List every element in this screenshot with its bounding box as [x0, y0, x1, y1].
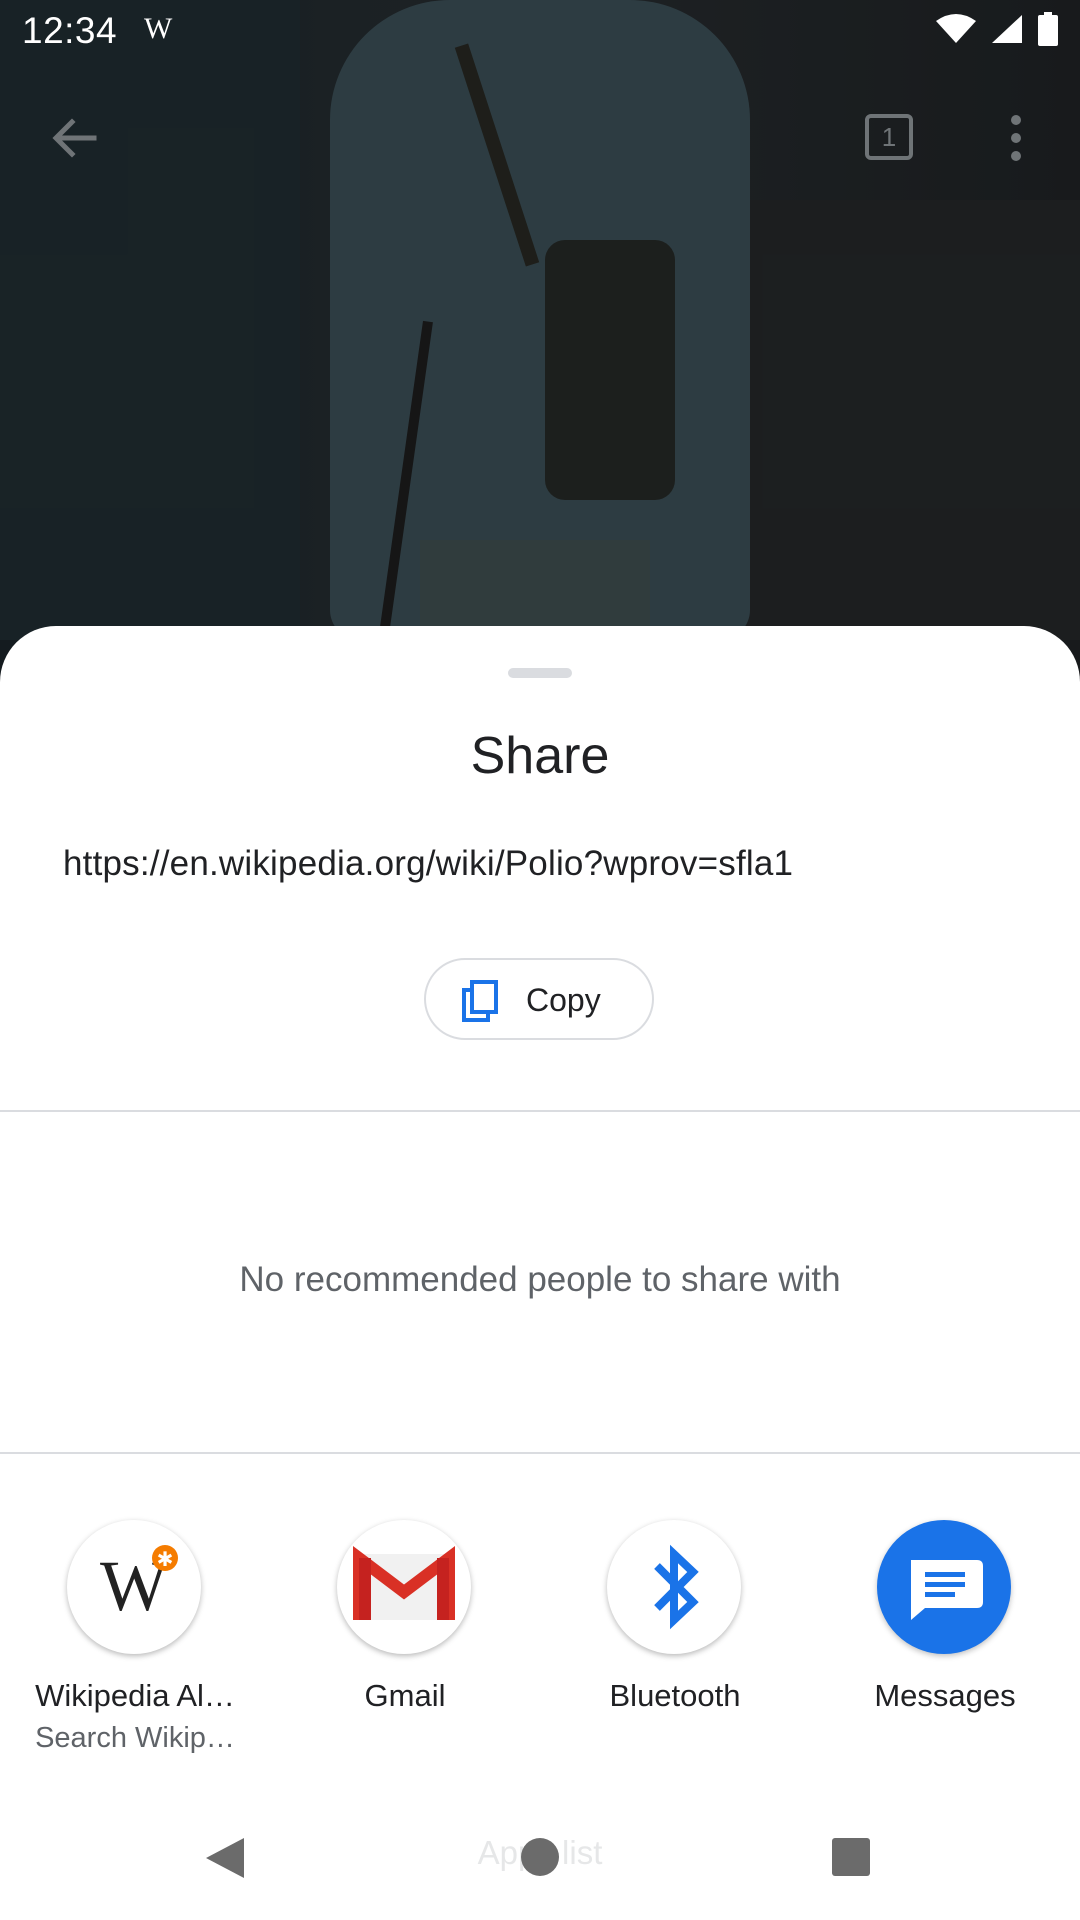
app-label: Messages — [874, 1678, 1016, 1713]
messages-icon — [877, 1520, 1011, 1654]
navigation-bar — [0, 1800, 1080, 1920]
tabs-icon[interactable]: 1 — [865, 114, 913, 160]
share-target-wikipedia[interactable]: W ✱ Wikipedia Al… Search Wikip… — [0, 1520, 270, 1780]
svg-text:✱: ✱ — [157, 1547, 174, 1571]
signal-icon — [992, 15, 1022, 43]
bluetooth-icon — [607, 1520, 741, 1654]
drag-handle[interactable] — [508, 668, 572, 678]
copy-label: Copy — [526, 982, 601, 1018]
copy-button[interactable]: Copy — [424, 958, 654, 1040]
share-title: Share — [470, 727, 610, 785]
share-url: https://en.wikipedia.org/wiki/Polio?wpro… — [63, 844, 794, 883]
status-time: 12:34 — [22, 10, 118, 51]
back-arrow-icon[interactable] — [48, 112, 100, 164]
divider-top — [0, 1110, 1080, 1112]
app-label: Gmail — [364, 1678, 446, 1713]
wikipedia-notification-icon: W — [144, 12, 173, 45]
nav-back-icon[interactable] — [204, 1836, 246, 1880]
app-sublabel: Search Wikip… — [35, 1722, 235, 1754]
share-sheet: Share https://en.wikipedia.org/wiki/Poli… — [0, 626, 1080, 1920]
dim-overlay[interactable] — [0, 0, 1080, 700]
no-recommended-people-text: No recommended people to share with — [239, 1260, 841, 1299]
app-label: Bluetooth — [609, 1678, 741, 1713]
share-target-bluetooth[interactable]: Bluetooth — [540, 1520, 810, 1780]
nav-home-icon[interactable] — [521, 1838, 559, 1876]
wikipedia-icon: W ✱ — [67, 1520, 201, 1654]
nav-recents-icon[interactable] — [832, 1838, 870, 1876]
copy-icon — [462, 980, 498, 1022]
gmail-icon — [337, 1520, 471, 1654]
status-bar: 12:34 W — [0, 0, 1080, 62]
battery-icon — [1038, 12, 1058, 46]
wifi-icon — [936, 14, 976, 43]
app-label: Wikipedia Al… — [35, 1678, 235, 1713]
divider-bottom — [0, 1452, 1080, 1454]
more-vert-icon[interactable] — [1000, 112, 1032, 164]
share-target-messages[interactable]: Messages — [810, 1520, 1080, 1780]
share-target-gmail[interactable]: Gmail — [270, 1520, 540, 1780]
